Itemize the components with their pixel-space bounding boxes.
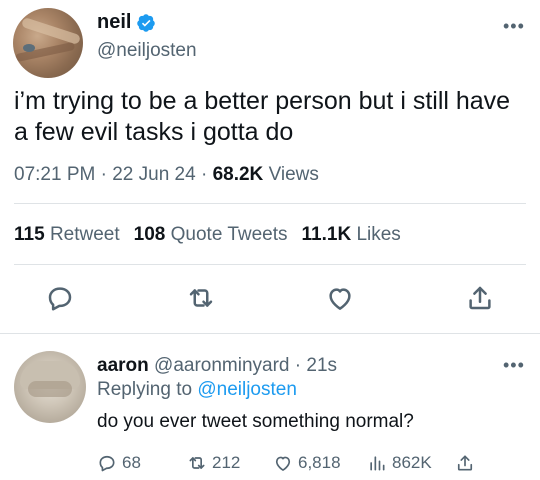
quotes-count: 108	[133, 224, 166, 245]
reply-button[interactable]: 68	[97, 453, 141, 473]
quotes-stat[interactable]: 108 Quote Tweets	[134, 224, 288, 245]
action-bar	[0, 283, 540, 317]
tweet-text: i’m trying to be a better person but i s…	[14, 87, 511, 146]
retweets-count: 115	[14, 224, 45, 245]
share-button[interactable]	[455, 453, 480, 473]
author-handle[interactable]: @neiljosten	[97, 40, 197, 62]
retweets-label: Retweet	[49, 224, 120, 245]
views-button[interactable]: 862K	[367, 453, 432, 473]
reply-author-row: aaron @aaronminyard · 21s	[97, 355, 338, 376]
divider	[14, 203, 526, 204]
reply-text: do you ever tweet something normal?	[97, 411, 414, 432]
reply-count: 68	[122, 453, 141, 472]
share-icon[interactable]	[465, 283, 495, 313]
engagement-stats: 115 Retweet 108 Quote Tweets 11.1K Likes	[14, 224, 401, 246]
like-icon	[275, 456, 291, 471]
like-button[interactable]: 6,818	[273, 453, 341, 473]
tweet-time[interactable]: 07:21 PM	[14, 164, 95, 185]
like-count: 6,818	[298, 453, 341, 472]
likes-stat[interactable]: 11.1K Likes	[302, 224, 401, 245]
author-row: neil	[97, 11, 156, 34]
share-icon	[457, 455, 473, 471]
avatar[interactable]	[14, 351, 86, 423]
retweets-stat[interactable]: 115 Retweet	[14, 224, 120, 245]
views-icon	[370, 456, 385, 471]
retweet-count: 212	[212, 453, 241, 472]
more-dots-icon[interactable]: •••	[503, 16, 525, 37]
reply-handle[interactable]: @aaronminyard	[154, 355, 289, 376]
reply-age[interactable]: 21s	[306, 355, 337, 376]
views-label: Views	[268, 164, 319, 185]
like-icon[interactable]	[325, 283, 355, 313]
reply-display-name[interactable]: aaron	[97, 355, 149, 376]
likes-label: Likes	[356, 224, 401, 245]
views-count: 68.2K	[212, 164, 264, 185]
tweet-meta: 07:21 PM · 22 Jun 24 · 68.2K Views	[14, 164, 319, 185]
quotes-label: Quote Tweets	[170, 224, 288, 245]
divider	[14, 264, 526, 265]
replying-to: Replying to @neiljosten	[97, 379, 297, 401]
display-name[interactable]: neil	[97, 11, 131, 34]
reply-views-count: 862K	[392, 453, 432, 472]
retweet-icon	[189, 457, 205, 469]
more-dots-icon[interactable]: •••	[503, 355, 525, 376]
retweet-icon[interactable]	[186, 283, 216, 313]
replying-handle-link[interactable]: @neiljosten	[197, 379, 297, 400]
verified-badge-icon	[137, 13, 156, 32]
avatar[interactable]	[13, 8, 83, 78]
replying-prefix: Replying to	[97, 379, 193, 400]
divider	[0, 333, 540, 334]
reply-icon[interactable]	[45, 283, 75, 313]
reply-icon	[99, 455, 115, 472]
likes-count: 11.1K	[301, 224, 352, 245]
tweet-date[interactable]: 22 Jun 24	[112, 164, 195, 185]
retweet-button[interactable]: 212	[187, 453, 240, 473]
